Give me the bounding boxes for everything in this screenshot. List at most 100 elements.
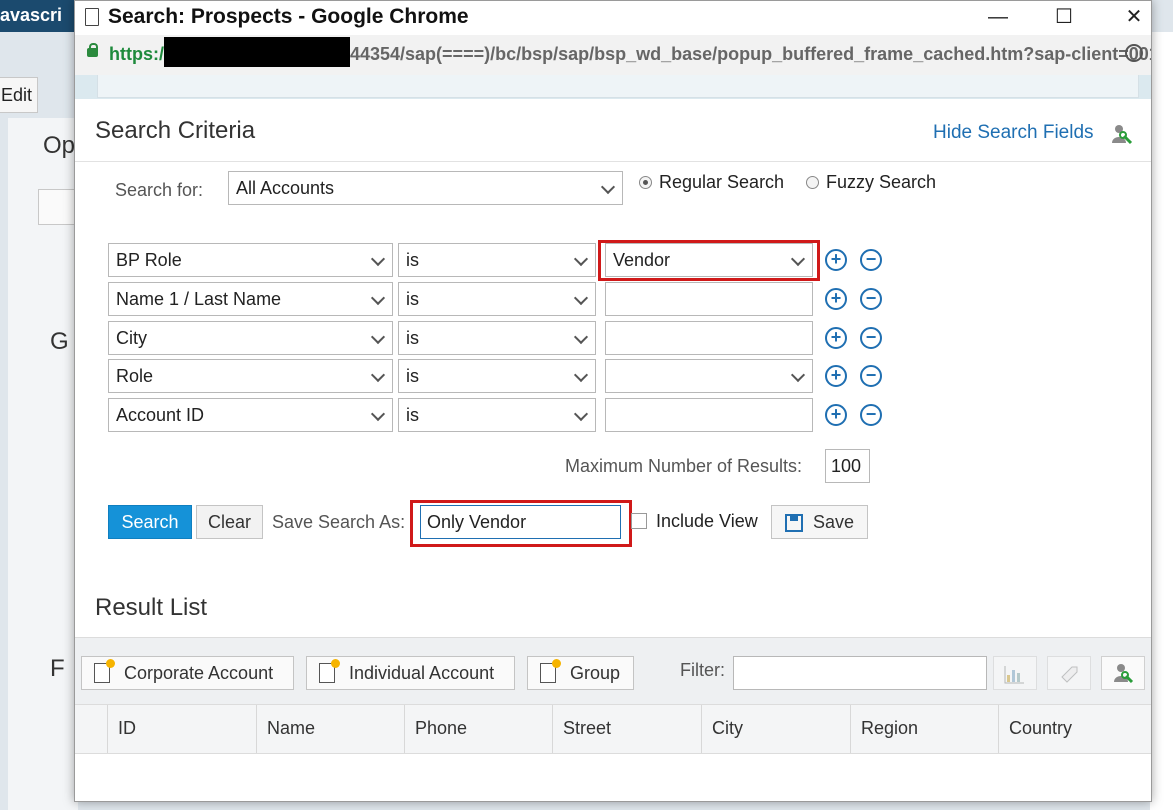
- chevron-down-icon: [370, 406, 386, 422]
- key-icon[interactable]: [1125, 44, 1143, 62]
- chevron-down-icon: [573, 367, 589, 383]
- clear-button[interactable]: Clear: [196, 505, 263, 539]
- background-title-fragment: avascri: [0, 5, 63, 25]
- criteria-field-dropdown[interactable]: Name 1 / Last Name: [108, 282, 393, 316]
- add-row-icon[interactable]: +: [825, 327, 847, 349]
- address-bar[interactable]: https:/ 44354/sap(====)/bc/bsp/sap/bsp_wd…: [75, 35, 1151, 76]
- close-button[interactable]: ✕: [1111, 1, 1151, 35]
- column-header-name[interactable]: Name: [256, 705, 404, 753]
- chevron-down-icon: [370, 251, 386, 267]
- button-label: Group: [570, 663, 621, 683]
- criteria-operator-value: is: [406, 366, 419, 386]
- column-header-region[interactable]: Region: [850, 705, 998, 753]
- add-row-icon[interactable]: +: [825, 404, 847, 426]
- criteria-value-input[interactable]: [605, 321, 813, 355]
- max-results-label: Maximum Number of Results:: [565, 456, 803, 476]
- remove-row-icon[interactable]: −: [860, 404, 882, 426]
- background-app-header: avascri: [0, 0, 80, 32]
- chart-icon[interactable]: [993, 656, 1037, 690]
- criteria-value-input[interactable]: [605, 398, 813, 432]
- maximize-button[interactable]: ☐: [1041, 1, 1087, 35]
- url-path: 44354/sap(====)/bc/bsp/sap/bsp_wd_base/p…: [349, 43, 1152, 64]
- result-toolbar: Corporate Account Individual Account Gro…: [75, 637, 1151, 705]
- column-header-phone[interactable]: Phone: [404, 705, 552, 753]
- chevron-down-icon: [573, 290, 589, 306]
- add-row-icon[interactable]: +: [825, 288, 847, 310]
- regular-search-radio[interactable]: [639, 176, 652, 189]
- column-header-country[interactable]: Country: [998, 705, 1151, 753]
- search-for-dropdown[interactable]: All Accounts: [228, 171, 623, 205]
- chevron-down-icon: [370, 329, 386, 345]
- chevron-down-icon: [790, 367, 806, 383]
- criteria-field-value: City: [116, 328, 147, 348]
- criteria-operator-dropdown[interactable]: is: [398, 398, 596, 432]
- include-view-checkbox[interactable]: [631, 513, 647, 529]
- select-column-header[interactable]: [75, 705, 107, 753]
- criteria-field-dropdown[interactable]: City: [108, 321, 393, 355]
- personalize-icon[interactable]: [1111, 123, 1133, 145]
- column-header-street[interactable]: Street: [552, 705, 701, 753]
- criteria-field-value: Name 1 / Last Name: [116, 289, 282, 309]
- fuzzy-search-radio[interactable]: [806, 176, 819, 189]
- background-edit-button[interactable]: Edit: [0, 77, 38, 113]
- new-group-button[interactable]: Group: [527, 656, 634, 690]
- chevron-down-icon: [573, 406, 589, 422]
- regular-search-label: Regular Search: [659, 172, 785, 192]
- chevron-down-icon: [370, 290, 386, 306]
- criteria-value-input[interactable]: [605, 282, 813, 316]
- criteria-operator-dropdown[interactable]: is: [398, 321, 596, 355]
- remove-row-icon[interactable]: −: [860, 365, 882, 387]
- background-text: G: [50, 328, 69, 355]
- criteria-field-value: Role: [116, 366, 154, 386]
- filter-input[interactable]: [733, 656, 987, 690]
- tag-icon[interactable]: [1047, 656, 1091, 690]
- fuzzy-search-label: Fuzzy Search: [826, 172, 937, 192]
- save-label: Save: [812, 512, 855, 532]
- background-text: Op: [43, 132, 76, 159]
- search-button[interactable]: Search: [108, 505, 192, 539]
- max-results-input[interactable]: 100: [825, 449, 870, 483]
- button-label: Corporate Account: [124, 663, 274, 683]
- save-search-button[interactable]: Save: [771, 505, 868, 539]
- highlight-box: [410, 500, 632, 547]
- hide-search-fields-link[interactable]: Hide Search Fields: [933, 122, 1094, 144]
- criteria-value-dropdown[interactable]: [605, 359, 813, 393]
- column-header-city[interactable]: City: [701, 705, 850, 753]
- criteria-operator-value: is: [406, 328, 419, 348]
- background-right-area: [1150, 32, 1173, 810]
- criteria-operator-dropdown[interactable]: is: [398, 282, 596, 316]
- new-corporate-account-button[interactable]: Corporate Account: [81, 656, 294, 690]
- popup-window: Search: Prospects - Google Chrome — ☐ ✕ …: [74, 0, 1152, 802]
- save-search-as-label: Save Search As:: [272, 512, 406, 532]
- add-row-icon[interactable]: +: [825, 365, 847, 387]
- criteria-field-dropdown[interactable]: BP Role: [108, 243, 393, 277]
- chevron-down-icon: [573, 329, 589, 345]
- chevron-down-icon: [370, 367, 386, 383]
- new-individual-account-button[interactable]: Individual Account: [306, 656, 515, 690]
- window-title: Search: Prospects - Google Chrome: [108, 5, 469, 28]
- column-header-id[interactable]: ID: [107, 705, 256, 753]
- include-view-label: Include View: [656, 511, 758, 531]
- remove-row-icon[interactable]: −: [860, 327, 882, 349]
- highlight-box: [598, 240, 820, 281]
- save-icon: [784, 514, 803, 533]
- remove-row-icon[interactable]: −: [860, 288, 882, 310]
- new-document-icon: [319, 659, 340, 683]
- result-table-header: ID Name Phone Street City Region Country: [75, 705, 1151, 754]
- criteria-operator-dropdown[interactable]: is: [398, 243, 596, 277]
- personalize-icon[interactable]: [1101, 656, 1145, 690]
- criteria-field-dropdown[interactable]: Account ID: [108, 398, 393, 432]
- title-bar: Search: Prospects - Google Chrome — ☐ ✕: [75, 1, 1151, 35]
- criteria-operator-dropdown[interactable]: is: [398, 359, 596, 393]
- criteria-operator-value: is: [406, 289, 419, 309]
- filter-label: Filter:: [680, 660, 725, 680]
- header-strip: [75, 75, 1151, 99]
- url-scheme: https:/: [109, 43, 164, 64]
- remove-row-icon[interactable]: −: [860, 249, 882, 271]
- minimize-button[interactable]: —: [975, 1, 1021, 35]
- criteria-field-dropdown[interactable]: Role: [108, 359, 393, 393]
- button-label: Individual Account: [349, 663, 495, 683]
- new-document-icon: [540, 659, 561, 683]
- new-document-icon: [94, 659, 115, 683]
- add-row-icon[interactable]: +: [825, 249, 847, 271]
